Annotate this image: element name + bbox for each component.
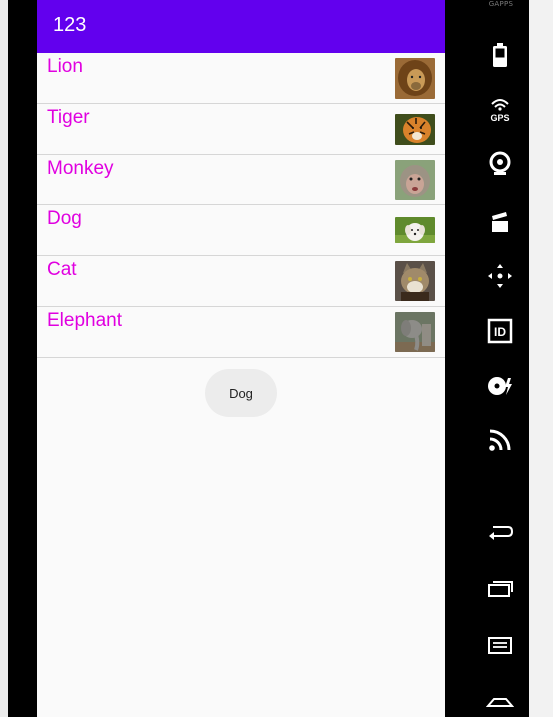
list-item-label: Cat	[47, 259, 77, 281]
list-item-elephant[interactable]: Elephant	[37, 306, 445, 358]
desktop-strip-right	[529, 0, 553, 717]
cat-photo	[395, 261, 435, 302]
list-item-label: Lion	[47, 56, 83, 77]
list-item-lion[interactable]: Lion	[37, 53, 445, 104]
battery-icon[interactable]	[484, 39, 516, 71]
cd-icon[interactable]	[484, 370, 516, 402]
list-item-dog[interactable]: Dog	[37, 205, 445, 257]
phone-bezel-left	[8, 0, 37, 717]
broadcast-icon[interactable]	[484, 424, 516, 456]
svg-text:GPS: GPS	[490, 113, 509, 123]
fingerprint-id-icon[interactable]: ID	[484, 315, 516, 347]
app-title: 123	[53, 14, 87, 36]
dog-photo	[395, 217, 435, 244]
media-icon[interactable]	[484, 206, 516, 238]
menu-icon[interactable]	[484, 628, 516, 660]
svg-text:ID: ID	[494, 325, 506, 339]
back-icon[interactable]	[484, 516, 516, 548]
list-item-cat[interactable]: Cat	[37, 256, 445, 307]
monkey-photo	[395, 159, 435, 200]
app-bar: 123	[37, 0, 445, 53]
gps-icon[interactable]: GPS	[484, 94, 516, 126]
directional-pad-icon[interactable]	[484, 260, 516, 292]
tiger-photo	[395, 113, 435, 145]
list-item-label: Monkey	[47, 157, 114, 179]
home-icon[interactable]	[484, 684, 516, 716]
animal-list: Lion Tiger Monkey Dog Cat Elephant	[37, 53, 445, 358]
elephant-photo	[395, 311, 435, 352]
camera-icon[interactable]	[484, 148, 516, 180]
toast-message: Dog	[205, 369, 277, 417]
list-item-label: Elephant	[47, 309, 123, 331]
recent-apps-icon[interactable]	[484, 572, 516, 604]
list-item-monkey[interactable]: Monkey	[37, 154, 445, 206]
list-item-label: Dog	[47, 208, 82, 230]
phone-screen: 123 Lion Tiger Monkey Dog Cat Elephant D…	[37, 0, 445, 717]
list-item-tiger[interactable]: Tiger	[37, 103, 445, 155]
lion-photo	[395, 58, 435, 99]
desktop-strip-left	[0, 0, 8, 717]
gapps-label: GAPPS	[488, 0, 514, 8]
list-item-label: Tiger	[47, 106, 90, 128]
